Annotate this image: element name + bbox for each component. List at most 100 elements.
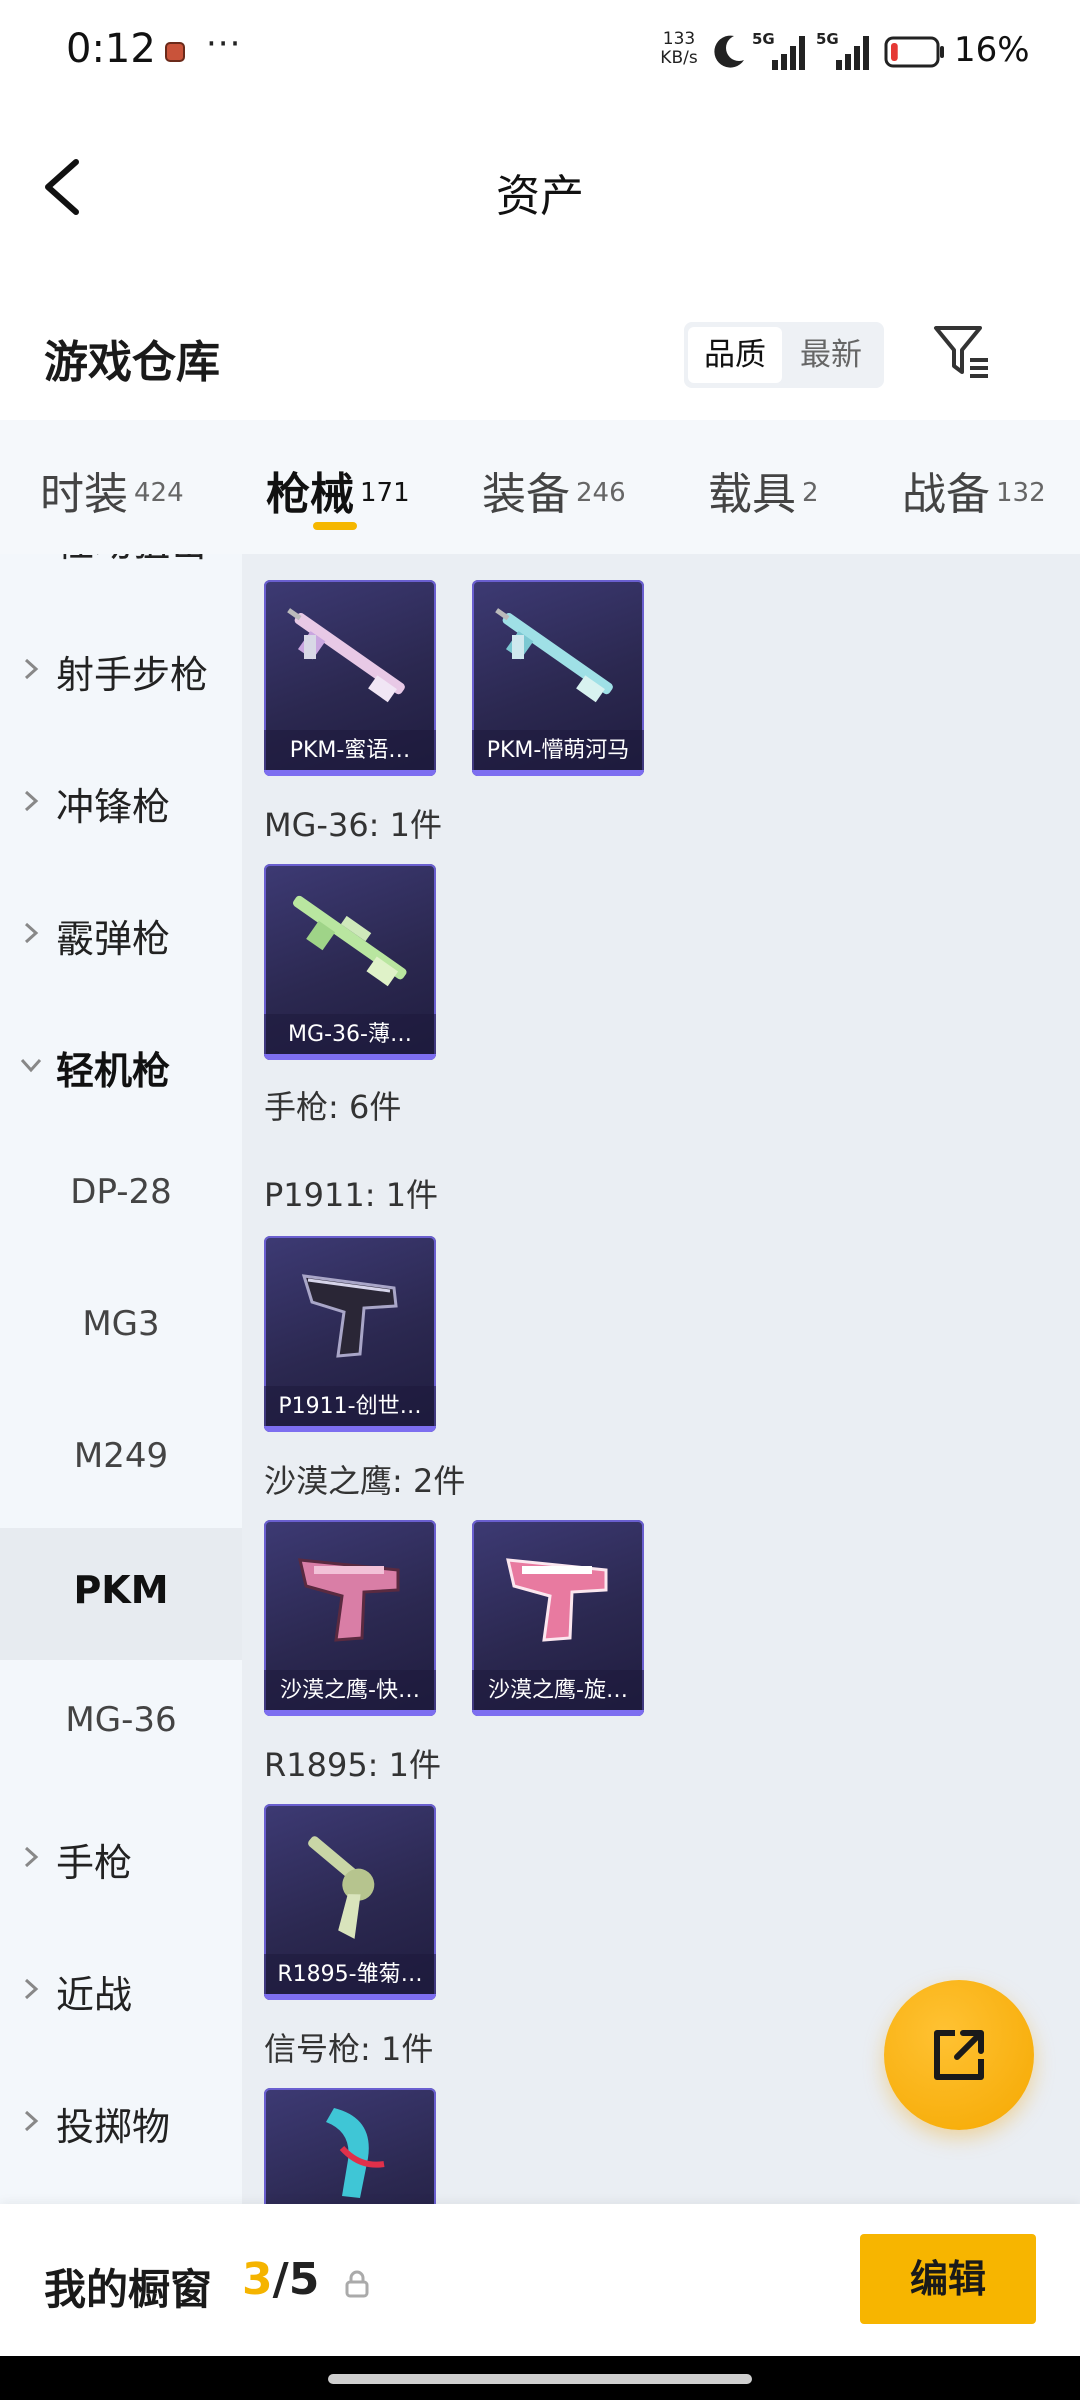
network-type-1: 5G [752,30,775,48]
pistol-icon [301,1274,398,1358]
item-card-flare-gun[interactable] [264,2088,436,2204]
sort-by-newest-button[interactable]: 最新 [784,327,878,383]
tab-gear[interactable]: 战备 132 [902,458,1046,528]
network-type-2: 5G [816,30,839,48]
tab-outfits[interactable]: 时装 424 [40,458,184,528]
chevron-down-icon [20,1058,42,1073]
sidebar-item-mg36[interactable]: MG-36 [0,1660,242,1792]
sidebar-item-m249[interactable]: M249 [0,1396,242,1528]
weapon-list: PKM-蜜语… PKM-懵萌河马 MG-36: 1件 MG-36-薄… 手枪: … [242,554,1080,2204]
revolver-icon [308,1836,375,1939]
item-name: R1895-雏菊… [264,1954,436,1996]
sidebar-item-label: 栓动狙击 [56,554,208,567]
sidebar-item-melee[interactable]: 近战 [0,1924,242,2056]
sidebar-item-marksman-rifle[interactable]: 射手步枪 [0,604,242,736]
item-card-pkm-1[interactable]: PKM-蜜语… [264,580,436,776]
sidebar-item-label: 射手步枪 [56,653,209,697]
rarity-bar [472,1710,644,1716]
app-notification-icon [165,42,185,62]
pistol-icon [298,1558,400,1642]
rarity-bar [264,770,436,776]
pistol-icon [506,1558,608,1642]
sidebar-item-smg[interactable]: 冲锋枪 [0,736,242,868]
sidebar-item-label: MG3 [82,1304,160,1344]
sidebar-item-pistol[interactable]: 手枪 [0,1792,242,1924]
group-label-mg36: MG-36: 1件 [264,806,442,844]
network-speed-unit: KB/s [660,48,698,68]
chevron-right-icon [24,658,39,680]
status-time: 0:12 [66,26,156,72]
machine-gun-icon [495,608,613,703]
tab-vehicles[interactable]: 载具 2 [708,458,819,528]
tab-count: 424 [134,477,184,508]
sidebar-item-label: PKM [73,1568,169,1612]
group-label-r1895: R1895: 1件 [264,1746,441,1784]
rarity-bar [264,1054,436,1060]
sidebar-item-shotgun[interactable]: 霰弹枪 [0,868,242,1000]
item-card-pkm-2[interactable]: PKM-懵萌河马 [472,580,644,776]
tab-count: 246 [576,477,626,508]
tab-label: 枪械 [266,469,354,520]
item-card-mg36[interactable]: MG-36-薄… [264,864,436,1060]
item-name: P1911-创世… [264,1386,436,1428]
showcase-count-separator: / [272,2254,289,2305]
battery-percentage: 16% [954,30,1030,70]
sidebar-item-lmg[interactable]: 轻机枪 [0,1000,242,1132]
network-speed: 133 KB/s [655,30,703,68]
home-indicator[interactable] [328,2374,752,2384]
tab-count: 171 [360,477,410,508]
sidebar-item-label: M249 [73,1436,169,1476]
signal-5g-icon: 5G [752,30,805,70]
tab-equipment[interactable]: 装备 246 [482,458,626,528]
item-name: PKM-懵萌河马 [472,730,644,772]
sort-by-quality-button[interactable]: 品质 [688,327,782,383]
item-name: 沙漠之鹰-旋… [472,1670,644,1712]
sidebar-item-mg3[interactable]: MG3 [0,1264,242,1396]
tab-count: 132 [996,477,1046,508]
edit-button[interactable]: 编辑 [860,2234,1036,2324]
system-nav-bar [0,2356,1080,2400]
filter-icon[interactable] [930,320,994,384]
showcase-count-current: 3 [242,2254,273,2305]
showcase-label: 我的橱窗 [44,2265,213,2314]
item-card-desert-eagle-1[interactable]: 沙漠之鹰-快… [264,1520,436,1716]
tab-count: 2 [802,477,819,508]
chevron-right-icon [24,1846,39,1868]
section-title: 游戏仓库 [44,337,220,388]
item-card-r1895[interactable]: R1895-雏菊… [264,1804,436,2000]
chevron-right-icon [24,1978,39,2000]
sidebar-item-label: 冲锋枪 [56,785,171,829]
item-card-p1911[interactable]: P1911-创世… [264,1236,436,1432]
battery-icon [884,36,944,68]
share-icon [934,2030,984,2080]
showcase-count: 3/5 [242,2254,319,2305]
sidebar-item-label: 霰弹枪 [56,917,171,961]
item-name: PKM-蜜语… [264,730,436,772]
flare-gun-icon [326,2108,385,2198]
sidebar-item-pkm[interactable]: PKM [0,1528,242,1660]
rifle-icon [293,895,407,987]
sidebar-item-label: MG-36 [65,1700,177,1740]
showcase-bar: 我的橱窗 3/5 编辑 [0,2204,1080,2356]
group-label-p1911: P1911: 1件 [264,1176,439,1214]
group-label-desert-eagle: 沙漠之鹰: 2件 [264,1462,466,1500]
rarity-bar [264,1994,436,2000]
machine-gun-icon [287,608,405,703]
rarity-bar [472,770,644,776]
chevron-right-icon [24,922,39,944]
item-card-desert-eagle-2[interactable]: 沙漠之鹰-旋… [472,1520,644,1716]
sidebar-item-label: 近战 [56,1973,133,2017]
sidebar-item-throwable[interactable]: 投掷物 [0,2056,242,2188]
tab-firearms[interactable]: 枪械 171 [266,458,410,528]
page-title: 资产 [496,171,584,222]
status-bar: 0:12 ··· 133 KB/s 5G 5G 16% [0,0,1080,110]
sidebar-item-dp28[interactable]: DP-28 [0,1132,242,1264]
weapon-category-sidebar: 栓动狙击 射手步枪 冲锋枪 霰弹枪 轻机枪 DP-28 MG3 M249 PKM… [0,554,242,2204]
sidebar-item-bolt-action-sniper[interactable]: 栓动狙击 [0,554,242,604]
more-notifications-icon: ··· [206,24,242,64]
active-tab-indicator [313,522,357,530]
signal-5g-icon-2: 5G [816,30,869,70]
share-button[interactable] [884,1980,1034,2130]
tab-label: 时装 [40,469,128,520]
category-tabs: 时装 424 枪械 171 装备 246 载具 2 战备 132 [0,420,1080,554]
